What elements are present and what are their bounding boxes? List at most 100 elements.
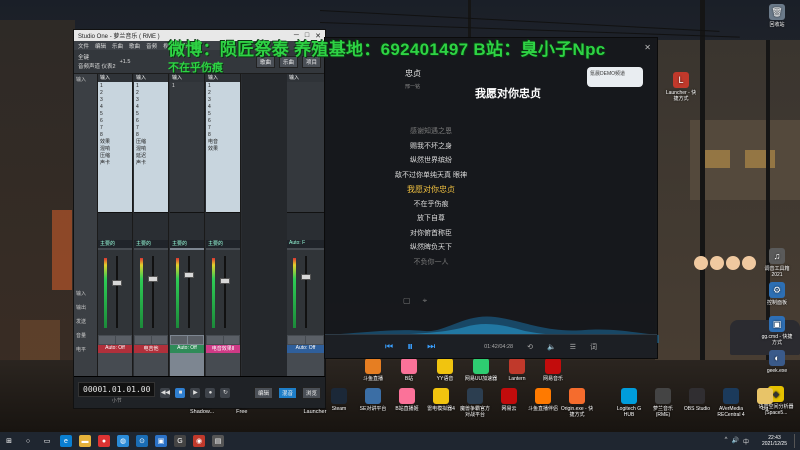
app-icon[interactable]: ▤ [212,435,224,447]
playlist-icon[interactable]: ☰ [570,343,576,351]
lyric-line[interactable]: 纵然世界缤纷 [375,155,487,170]
close-icon[interactable]: ✕ [644,43,651,52]
insert-slot[interactable]: 压缩 [100,153,130,160]
insert-slots[interactable]: 1 2 3 4 5 6 7 8 电音 效果 [206,82,240,212]
insert-slot[interactable]: 7 [136,125,166,132]
insert-slots[interactable]: 1 2 3 4 5 6 7 8 效果 混响 压缩 声卡 [98,82,132,212]
channel-output[interactable]: 主要的 [206,240,240,248]
desktop-icon[interactable]: Steam [322,388,356,418]
insert-slots[interactable]: 1 [170,82,204,212]
solo-button[interactable] [306,336,323,344]
song-artist[interactable]: 邢一铭 [405,83,420,90]
fader-knob[interactable] [112,280,122,286]
fader-knob[interactable] [184,272,194,278]
lyric-line-active[interactable]: 我愿对你忠贞 [375,184,487,199]
insert-slot[interactable]: 3 [136,97,166,104]
channel-output[interactable]: 主要的 [98,240,132,248]
solo-button[interactable] [187,336,203,344]
insert-slot[interactable]: 6 [136,118,166,125]
solo-button[interactable] [223,336,239,344]
channel-name[interactable]: Auto: Off [98,345,132,353]
show-desktop-button[interactable] [794,434,797,448]
insert-slot[interactable]: 8 [136,132,166,139]
insert-slot[interactable]: 6 [208,118,238,125]
app-icon[interactable]: ⊙ [136,435,148,447]
channel-input[interactable]: 输入 [287,74,324,82]
mute-button[interactable] [207,336,223,344]
desktop-icon-gg-cmd[interactable]: ▣ gg.cmd - 快捷方式 [760,316,794,346]
mute-button[interactable] [171,336,187,344]
mute-button[interactable] [99,336,115,344]
edge-icon[interactable]: e [60,435,72,447]
insert-slot[interactable]: 混响 [100,146,130,153]
lyric-line[interactable]: 纵然睥负天下 [375,242,487,257]
desktop-icon[interactable]: B站 [392,358,426,382]
desktop-icon[interactable]: 网易UU加速器 [464,358,498,382]
desktop-icon[interactable]: 斗鱼直播伴侣 [526,388,560,418]
desktop-icon[interactable]: Lantern [500,358,534,382]
task-view-icon[interactable]: ▭ [41,435,53,447]
fader-knob[interactable] [148,276,158,282]
desktop-icon[interactable]: 雷电模拟器4 [424,388,458,418]
volume-fader[interactable] [170,250,204,335]
record-icon[interactable]: ● [205,387,216,398]
desktop-lyrics-badge[interactable]: 氪晨DEMO频道 [587,67,643,87]
channel-input[interactable]: 输入 [134,74,168,82]
desktop-icon[interactable]: 魔兽争霸官方对战平台 [458,388,492,418]
timecode[interactable]: 00001.01.01.00 [78,381,156,397]
desktop-icon-recycle-bin[interactable]: 🗑 回收站 [760,4,794,28]
desktop-icon-geek[interactable]: ◐ geek.exe [760,350,794,374]
insert-slot[interactable]: 2 [136,90,166,97]
insert-slot[interactable]: 7 [208,125,238,132]
mix-view-button[interactable]: 混音 [277,386,297,399]
insert-slots[interactable] [287,82,324,212]
mute-button[interactable] [135,336,151,344]
insert-slot[interactable]: 效果 [100,139,130,146]
free-label[interactable]: Free [236,409,247,415]
volume-icon[interactable]: 🔊 [731,437,738,446]
send-slots[interactable] [98,212,132,240]
insert-slot[interactable]: 1 [136,83,166,90]
insert-slot[interactable]: 延迟 [136,153,166,160]
tray-expand-icon[interactable]: ^ [725,437,728,446]
app-icon[interactable]: G [174,435,186,447]
desktop-icon[interactable]: YY语音 [428,358,462,382]
insert-slot[interactable]: 2 [100,90,130,97]
channel-name[interactable]: 电音效果Ⅱ [206,345,240,353]
fader-knob[interactable] [220,278,230,284]
insert-slot[interactable]: 2 [208,90,238,97]
insert-slots[interactable]: 1 2 3 4 5 6 7 8 压缩 混响 延迟 声卡 [134,82,168,212]
desktop-icon[interactable]: AVerMedia RECentral 4 [714,388,748,418]
volume-fader[interactable] [287,250,324,335]
insert-slot[interactable]: 1 [208,83,238,90]
lyric-line[interactable]: 感谢知遇之恩 [375,126,487,141]
pause-icon[interactable]: ⏸ [407,339,413,354]
channel-name[interactable]: Auto: Off [287,345,324,353]
desktop-icon-launcher[interactable]: L Launcher - 快捷方式 [664,72,698,102]
volume-fader[interactable] [134,250,168,335]
app-icon[interactable]: ◉ [193,435,205,447]
windows-start-icon[interactable]: ⊞ [3,435,15,447]
desktop-icon-control-panel[interactable]: ⚙ 控制面板 [760,282,794,306]
desktop-icon[interactable]: SE对讲平台 [356,388,390,418]
channel-output[interactable]: 主要的 [134,240,168,248]
insert-slot[interactable]: 4 [208,104,238,111]
insert-slot[interactable]: 6 [100,118,130,125]
clock[interactable]: 22:43 2021/12/25 [762,435,787,447]
channel-input[interactable]: 输入 [206,74,240,82]
search-icon[interactable]: ○ [22,435,34,447]
desktop-icon[interactable]: Origin.exe - 快捷方式 [560,388,594,418]
insert-slot[interactable]: 8 [100,132,130,139]
channel-input[interactable]: 输入 [98,74,132,82]
insert-slot[interactable]: 混响 [136,146,166,153]
menu-track[interactable]: 歌曲 [129,42,140,50]
channel-output[interactable]: 主要的 [170,240,204,248]
send-slots[interactable] [170,212,204,240]
next-icon[interactable]: ⏭ [427,341,435,352]
loop-icon[interactable]: ↻ [220,387,231,398]
fader-knob[interactable] [301,274,311,280]
mute-button[interactable] [288,336,305,344]
channel-output[interactable]: Auto: F [287,240,324,248]
loop-mode-icon[interactable]: ⟲ [527,343,533,351]
menu-audio[interactable]: 音频 [146,42,157,50]
